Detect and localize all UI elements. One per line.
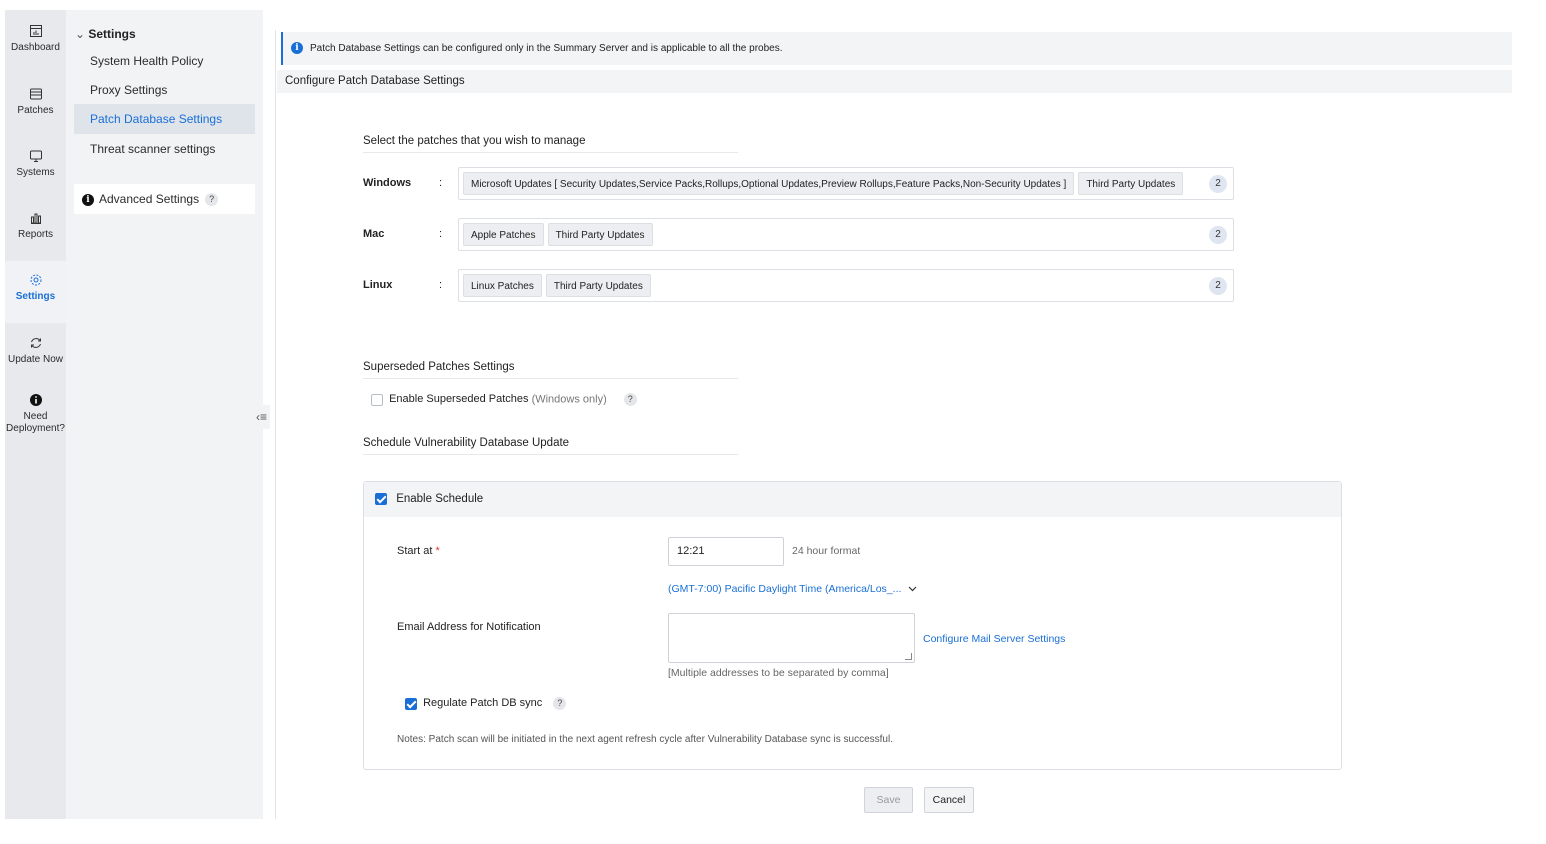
- chevron-down-icon: ⌄: [75, 27, 86, 41]
- windows-patches-select[interactable]: Microsoft Updates [ Security Updates,Ser…: [458, 167, 1234, 200]
- rail-label: Update Now: [7, 354, 64, 365]
- collapse-sidebar-icon[interactable]: ‹≡: [253, 405, 270, 429]
- icon-rail: Dashboard Patches Systems Reports Settin…: [5, 10, 66, 819]
- schedule-section-title: Schedule Vulnerability Database Update: [363, 437, 738, 455]
- info-icon: [29, 394, 42, 406]
- mac-patches-select[interactable]: Apple Patches Third Party Updates 2: [458, 218, 1234, 251]
- rail-label: Settings: [15, 291, 56, 302]
- colon: :: [439, 177, 443, 189]
- rail-label-line2: Deployment?: [6, 423, 65, 434]
- subnav-item-patch-database-settings[interactable]: Patch Database Settings: [74, 104, 255, 134]
- enable-superseded-label[interactable]: Enable Superseded Patches: [389, 393, 528, 405]
- colon: :: [439, 228, 443, 240]
- time-format-hint: 24 hour format: [792, 545, 861, 557]
- configure-mail-server-link[interactable]: Configure Mail Server Settings: [923, 633, 1065, 645]
- subnav-header[interactable]: ⌄ Settings: [75, 27, 136, 41]
- email-label: Email Address for Notification: [397, 621, 541, 633]
- subnav-item-proxy-settings[interactable]: Proxy Settings: [74, 75, 255, 105]
- rail-label: Reports: [17, 229, 53, 240]
- tag-apple-patches[interactable]: Apple Patches: [463, 223, 544, 246]
- chevron-down-icon: [908, 586, 917, 592]
- advanced-settings-item[interactable]: i Advanced Settings?: [74, 184, 255, 214]
- rail-item-update-now[interactable]: Update Now: [5, 336, 66, 366]
- required-mark: *: [435, 545, 440, 557]
- systems-icon: [29, 150, 42, 162]
- rail-label: Dashboard: [11, 42, 60, 53]
- enable-schedule-checkbox[interactable]: [375, 492, 387, 505]
- patches-section-title: Select the patches that you wish to mana…: [363, 135, 738, 153]
- linux-patches-select[interactable]: Linux Patches Third Party Updates 2: [458, 269, 1234, 302]
- advanced-settings-label: Advanced Settings: [99, 192, 200, 206]
- patches-icon: [29, 88, 42, 100]
- timezone-select[interactable]: (GMT-7:00) Pacific Daylight Time (Americ…: [668, 583, 917, 595]
- subnav-item-threat-scanner-settings[interactable]: Threat scanner settings: [74, 134, 255, 164]
- help-icon[interactable]: ?: [623, 393, 637, 406]
- tag-third-party-updates[interactable]: Third Party Updates: [1078, 172, 1184, 195]
- rail-item-dashboard[interactable]: Dashboard: [5, 24, 66, 54]
- info-banner: i Patch Database Settings can be configur…: [281, 32, 1512, 65]
- rail-item-settings[interactable]: Settings: [5, 261, 66, 323]
- rail-item-reports[interactable]: Reports: [5, 211, 66, 241]
- regulate-patch-db-label[interactable]: Regulate Patch DB sync: [423, 697, 542, 709]
- cancel-button[interactable]: Cancel: [924, 787, 974, 813]
- tag-third-party-updates[interactable]: Third Party Updates: [545, 274, 651, 297]
- windows-only-note: (Windows only): [531, 393, 607, 406]
- reports-icon: [30, 213, 41, 224]
- enable-superseded-checkbox[interactable]: [371, 393, 383, 406]
- tag-third-party-updates[interactable]: Third Party Updates: [547, 223, 653, 246]
- schedule-panel: Enable Schedule Start at * 12:21 24 hour…: [363, 481, 1342, 770]
- os-label-linux: Linux: [363, 279, 393, 291]
- selected-count-badge: 2: [1209, 175, 1227, 193]
- page-title: Configure Patch Database Settings: [277, 70, 1512, 93]
- rail-label: Systems: [16, 167, 55, 178]
- settings-gear-icon: [30, 274, 41, 286]
- refresh-icon: [30, 338, 41, 348]
- info-icon: i: [82, 193, 94, 206]
- subnav-header-label: Settings: [88, 27, 136, 41]
- content-divider: [275, 30, 276, 819]
- superseded-section-title: Superseded Patches Settings: [363, 361, 738, 379]
- rail-label: Patches: [17, 105, 54, 116]
- rail-item-systems[interactable]: Systems: [5, 149, 66, 179]
- start-time-input[interactable]: 12:21: [668, 537, 784, 566]
- dashboard-icon: [29, 25, 42, 37]
- tag-microsoft-updates[interactable]: Microsoft Updates [ Security Updates,Ser…: [463, 172, 1075, 195]
- start-at-text: Start at: [397, 545, 433, 557]
- settings-subnav: ⌄ Settings System Health Policy Proxy Se…: [66, 10, 263, 819]
- os-label-mac: Mac: [363, 228, 385, 240]
- schedule-notes: Notes: Patch scan will be initiated in t…: [397, 734, 893, 745]
- enable-schedule-label[interactable]: Enable Schedule: [396, 493, 483, 505]
- colon: :: [439, 279, 443, 291]
- superseded-option: Enable Superseded Patches (Windows only)…: [371, 393, 637, 406]
- regulate-patch-db-option: Regulate Patch DB sync ?: [405, 697, 567, 710]
- help-icon[interactable]: ?: [205, 193, 219, 207]
- save-button[interactable]: Save: [864, 787, 913, 813]
- selected-count-badge: 2: [1209, 226, 1227, 244]
- regulate-patch-db-checkbox[interactable]: [405, 697, 417, 710]
- tag-linux-patches[interactable]: Linux Patches: [463, 274, 542, 297]
- info-icon: i: [291, 42, 303, 55]
- email-hint: [Multiple addresses to be separated by c…: [668, 667, 889, 679]
- rail-item-need-deployment[interactable]: Need Deployment?: [5, 393, 66, 435]
- schedule-panel-header: Enable Schedule: [364, 482, 1341, 517]
- banner-text: Patch Database Settings can be configure…: [310, 43, 783, 54]
- start-at-label: Start at *: [397, 545, 440, 557]
- help-icon[interactable]: ?: [553, 697, 567, 710]
- timezone-value: (GMT-7:00) Pacific Daylight Time (Americ…: [668, 583, 902, 595]
- rail-label: Need: [23, 411, 48, 422]
- rail-item-patches[interactable]: Patches: [5, 87, 66, 117]
- subnav-item-system-health-policy[interactable]: System Health Policy: [74, 46, 255, 76]
- email-textarea[interactable]: [668, 613, 915, 663]
- selected-count-badge: 2: [1209, 277, 1227, 295]
- os-label-windows: Windows: [363, 177, 412, 189]
